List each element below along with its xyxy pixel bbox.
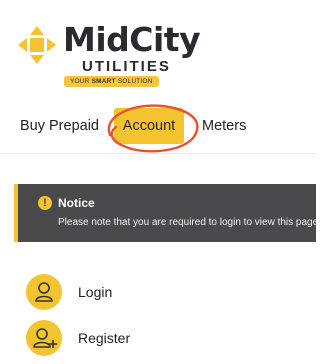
tab-account[interactable]: Account bbox=[114, 108, 184, 144]
notice-banner: ! Notice Please note that you are requir… bbox=[14, 184, 316, 242]
tagline-prefix: YOUR bbox=[70, 78, 92, 85]
user-plus-icon bbox=[26, 320, 62, 356]
register-label: Register bbox=[78, 330, 131, 346]
tab-bar: Buy Prepaid Account Meters bbox=[0, 108, 316, 148]
tab-meters[interactable]: Meters bbox=[202, 108, 246, 144]
exclamation-icon: ! bbox=[38, 196, 52, 210]
logo-wordmark: MidCity bbox=[63, 20, 201, 59]
midcity-logo[interactable]: MidCity UTILITIES YOUR SMART SOLUTION bbox=[14, 14, 201, 94]
tagline-suffix: SOLUTION bbox=[115, 78, 153, 85]
tab-buy-prepaid[interactable]: Buy Prepaid bbox=[20, 108, 99, 144]
logo-tagline: YOUR SMART SOLUTION bbox=[64, 76, 159, 87]
notice-title: Notice bbox=[58, 196, 95, 210]
logo-subtitle: UTILITIES bbox=[82, 58, 171, 75]
user-icon bbox=[26, 274, 62, 310]
login-label: Login bbox=[78, 284, 113, 300]
notice-text: Please note that you are required to log… bbox=[58, 217, 316, 228]
tagline-bold: SMART bbox=[91, 78, 116, 85]
logo-arrows-icon bbox=[18, 26, 56, 64]
header-divider bbox=[0, 153, 316, 154]
